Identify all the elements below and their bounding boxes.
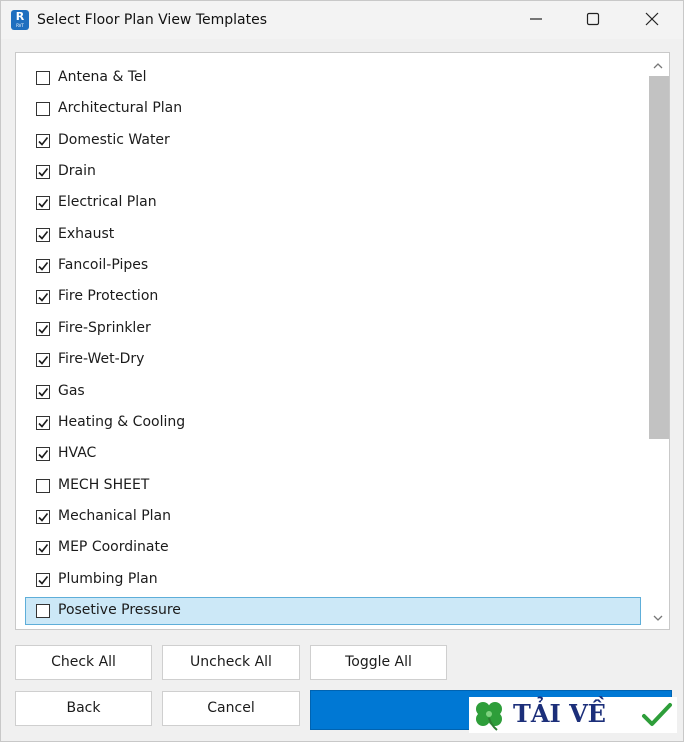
checkbox[interactable] bbox=[36, 134, 50, 148]
minimize-icon bbox=[530, 18, 542, 20]
close-button[interactable] bbox=[630, 1, 676, 39]
checkbox[interactable] bbox=[36, 71, 50, 85]
list-item[interactable]: MEP Coordinate bbox=[25, 534, 641, 562]
list-item-label: Fancoil-Pipes bbox=[58, 257, 149, 273]
check-icon bbox=[38, 388, 49, 397]
list-item-label: Heating & Cooling bbox=[58, 414, 186, 430]
list-item-label: Gas bbox=[58, 383, 85, 399]
maximize-icon bbox=[586, 12, 600, 26]
list-item-label: MECH SHEET bbox=[58, 477, 150, 493]
list-item-label: Posetive Pressure bbox=[58, 602, 181, 618]
list-item-label: HVAC bbox=[58, 445, 97, 461]
vertical-scrollbar[interactable] bbox=[648, 57, 669, 627]
checkbox[interactable] bbox=[36, 322, 50, 336]
close-icon bbox=[645, 12, 659, 26]
checkbox[interactable] bbox=[36, 604, 50, 618]
list-item[interactable]: Domestic Water bbox=[25, 127, 641, 155]
list-item-label: Electrical Plan bbox=[58, 194, 157, 210]
list-item[interactable]: Fancoil-Pipes bbox=[25, 252, 641, 280]
check-icon bbox=[38, 293, 49, 302]
list-item[interactable]: Fire-Sprinkler bbox=[25, 315, 641, 343]
list-item[interactable]: Mechanical Plan bbox=[25, 503, 641, 531]
list-item-label: Antena & Tel bbox=[58, 69, 147, 85]
checkbox[interactable] bbox=[36, 353, 50, 367]
scroll-down-button[interactable] bbox=[648, 609, 668, 627]
watermark: TẢI VỀ bbox=[469, 697, 677, 733]
toggle-all-button[interactable]: Toggle All bbox=[310, 645, 447, 680]
revit-app-icon: R RVT bbox=[11, 10, 29, 30]
list-item[interactable]: Exhaust bbox=[25, 221, 641, 249]
watermark-text: TẢI VỀ bbox=[513, 699, 606, 728]
list-item[interactable]: Architectural Plan bbox=[25, 95, 641, 123]
uncheck-all-button[interactable]: Uncheck All bbox=[162, 645, 300, 680]
check-all-button[interactable]: Check All bbox=[15, 645, 152, 680]
check-icon bbox=[38, 544, 49, 553]
checkbox[interactable] bbox=[36, 479, 50, 493]
checkbox[interactable] bbox=[36, 385, 50, 399]
checkbox[interactable] bbox=[36, 573, 50, 587]
check-icon bbox=[38, 262, 49, 271]
list-item-label: Exhaust bbox=[58, 226, 115, 242]
list-item-label: Plumbing Plan bbox=[58, 571, 158, 587]
check-icon bbox=[38, 325, 49, 334]
check-icon bbox=[38, 168, 49, 177]
list-item[interactable]: Antena & Tel bbox=[25, 64, 641, 92]
list-item[interactable]: HVAC bbox=[25, 440, 641, 468]
clover-icon bbox=[476, 702, 502, 731]
checkbox[interactable] bbox=[36, 510, 50, 524]
checkbox[interactable] bbox=[36, 541, 50, 555]
checkbox[interactable] bbox=[36, 290, 50, 304]
check-icon bbox=[38, 231, 49, 240]
maximize-button[interactable] bbox=[571, 1, 617, 39]
back-button[interactable]: Back bbox=[15, 691, 152, 726]
cancel-button[interactable]: Cancel bbox=[162, 691, 300, 726]
list-item-label: Domestic Water bbox=[58, 132, 170, 148]
checkbox[interactable] bbox=[36, 165, 50, 179]
list-item-label: Drain bbox=[58, 163, 96, 179]
check-icon bbox=[38, 513, 49, 522]
list-item-label: Architectural Plan bbox=[58, 100, 183, 116]
check-icon bbox=[38, 137, 49, 146]
list-item[interactable]: Heating & Cooling bbox=[25, 409, 641, 437]
list-item[interactable]: Fire Protection bbox=[25, 283, 641, 311]
list-item[interactable]: MECH SHEET bbox=[25, 472, 641, 500]
template-listbox[interactable]: Antena & Tel Architectural Plan Domestic W… bbox=[15, 52, 670, 630]
list-item[interactable]: Gas bbox=[25, 378, 641, 406]
checkbox[interactable] bbox=[36, 259, 50, 273]
app-icon-sub: RVT bbox=[16, 23, 24, 28]
checkmark-icon bbox=[642, 703, 672, 726]
list-item-label: Fire Protection bbox=[58, 288, 159, 304]
list-item[interactable]: Fire-Wet-Dry bbox=[25, 346, 641, 374]
scroll-up-button[interactable] bbox=[648, 57, 668, 75]
app-icon-letter: R bbox=[15, 10, 25, 23]
checkbox[interactable] bbox=[36, 447, 50, 461]
check-icon bbox=[38, 419, 49, 428]
chevron-down-icon bbox=[653, 615, 663, 621]
list-item-label: Fire-Sprinkler bbox=[58, 320, 151, 336]
checkbox[interactable] bbox=[36, 228, 50, 242]
check-icon bbox=[38, 199, 49, 208]
list-item-label: MEP Coordinate bbox=[58, 539, 169, 555]
list-item[interactable]: Posetive Pressure bbox=[25, 597, 641, 625]
scroll-thumb[interactable] bbox=[649, 76, 669, 439]
list-item[interactable]: Electrical Plan bbox=[25, 189, 641, 217]
list-item-label: Mechanical Plan bbox=[58, 508, 172, 524]
checkbox[interactable] bbox=[36, 416, 50, 430]
dialog-window: R RVT Select Floor Plan View Templates A… bbox=[0, 0, 684, 742]
list-item[interactable]: Plumbing Plan bbox=[25, 566, 641, 594]
check-icon bbox=[38, 450, 49, 459]
checkbox[interactable] bbox=[36, 102, 50, 116]
checkbox[interactable] bbox=[36, 196, 50, 210]
window-title: Select Floor Plan View Templates bbox=[37, 12, 268, 28]
minimize-button[interactable] bbox=[514, 1, 560, 39]
chevron-up-icon bbox=[653, 63, 663, 69]
list-item-label: Fire-Wet-Dry bbox=[58, 351, 145, 367]
check-icon bbox=[38, 356, 49, 365]
check-icon bbox=[38, 576, 49, 585]
list-item[interactable]: Drain bbox=[25, 158, 641, 186]
title-bar[interactable]: R RVT Select Floor Plan View Templates bbox=[1, 1, 683, 39]
